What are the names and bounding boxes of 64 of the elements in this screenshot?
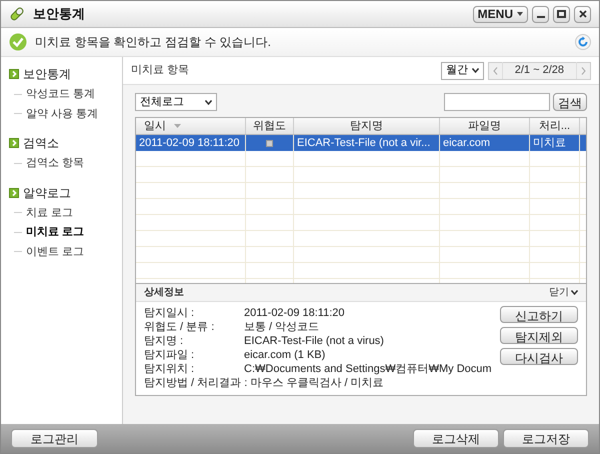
table-cell-text: EICAR-Test-File (not a vir... [297,136,430,151]
column-header[interactable]: 탐지명 [294,118,440,134]
detail-label: 위협도 / 분류 : [144,320,216,334]
status-message: 미치료 항목을 확인하고 점검할 수 있습니다. [35,34,272,51]
period-select[interactable]: 월간 [440,62,484,80]
footer-button[interactable]: 로그저장 [503,429,589,448]
menu-button[interactable]: MENU [472,6,528,22]
close-details-button[interactable]: 닫기 [549,285,578,300]
sidebar-item[interactable]: 치료 로그 [26,204,74,221]
column-header[interactable]: 처리... [530,118,580,134]
table-row[interactable]: 2011-02-09 18:11:20 EICAR-Test-File (not a vir... eicar.com 미치료 [136,135,586,151]
log-manage-button[interactable]: 로그관리 [11,429,98,448]
table-cell-text: eicar.com [443,136,490,151]
sidebar-item[interactable]: 악성코드 통계 [26,86,96,102]
window-title: 보안통계 [33,5,85,24]
maximize-button[interactable] [553,6,570,22]
footer-button[interactable]: 로그삭제 [413,429,499,448]
table-cell-text: 미치료 [533,136,566,151]
chevron-icon [571,290,578,295]
detail-label: 탐지명 : [144,334,184,348]
close-button[interactable] [574,6,591,22]
column-header[interactable]: 위협도 [246,118,294,134]
search-field[interactable] [444,93,550,111]
chevron-icon [205,100,212,104]
sidebar-item[interactable]: 이벤트 로그 [26,244,84,260]
search-button[interactable]: 검색 [553,93,587,111]
detail-value: 2011-02-09 18:11:20 [244,306,345,320]
sort-icon [174,124,181,128]
detail-value: EICAR-Test-File (not a virus) [244,334,384,348]
log-filter-select[interactable]: 전체로그 [135,93,217,111]
detail-action-button[interactable]: 탐지제외 [500,327,578,344]
date-range: 2/1 ~ 2/28 [502,62,577,79]
close-icon [578,10,586,18]
sidebar-group[interactable]: 보안통계 [23,65,71,83]
caret-icon [517,12,523,16]
section-title: 미치료 항목 [131,63,190,78]
detail-action-button[interactable]: 신고하기 [500,306,578,323]
detail-line: 탐지방법 / 처리결과 : 마우스 우클릭검사 / 미치료 [144,376,385,390]
sidebar-item[interactable]: 미치료 로그 [26,224,84,240]
minimize-button[interactable] [532,6,549,22]
sidebar-item[interactable]: 검역소 항목 [26,155,84,172]
refresh-icon[interactable] [575,34,591,50]
arrow-icon [9,138,19,148]
detail-value: eicar.com (1 KB) [244,348,326,362]
sidebar-item[interactable]: 알약 사용 통계 [26,106,98,122]
details-title: 상세정보 [144,286,184,300]
detail-label: 탐지위치 : [144,362,196,376]
detail-value: C:₩Documents and Settings₩컴퓨터₩My Docum [244,362,492,376]
arrow-icon [9,188,19,198]
chevron-icon [472,68,479,73]
detail-label: 탐지일시 : [144,306,196,320]
prev-icon[interactable] [492,66,498,74]
table-cell-text: 2011-02-09 18:11:20 [139,136,240,151]
next-icon[interactable] [581,66,586,74]
sidebar-group[interactable]: 알약로그 [23,184,71,202]
sidebar-group[interactable]: 검역소 [23,134,59,152]
detail-label: 탐지파일 : [144,348,196,362]
column-header[interactable]: 파일명 [440,118,530,134]
column-header[interactable]: 일시 [136,118,246,134]
detail-action-button[interactable]: 다시검사 [500,348,578,365]
arrow-icon [9,69,19,79]
check-icon [9,33,27,51]
detail-value: 보통 / 악성코드 [244,320,320,334]
severity-icon [266,140,273,146]
